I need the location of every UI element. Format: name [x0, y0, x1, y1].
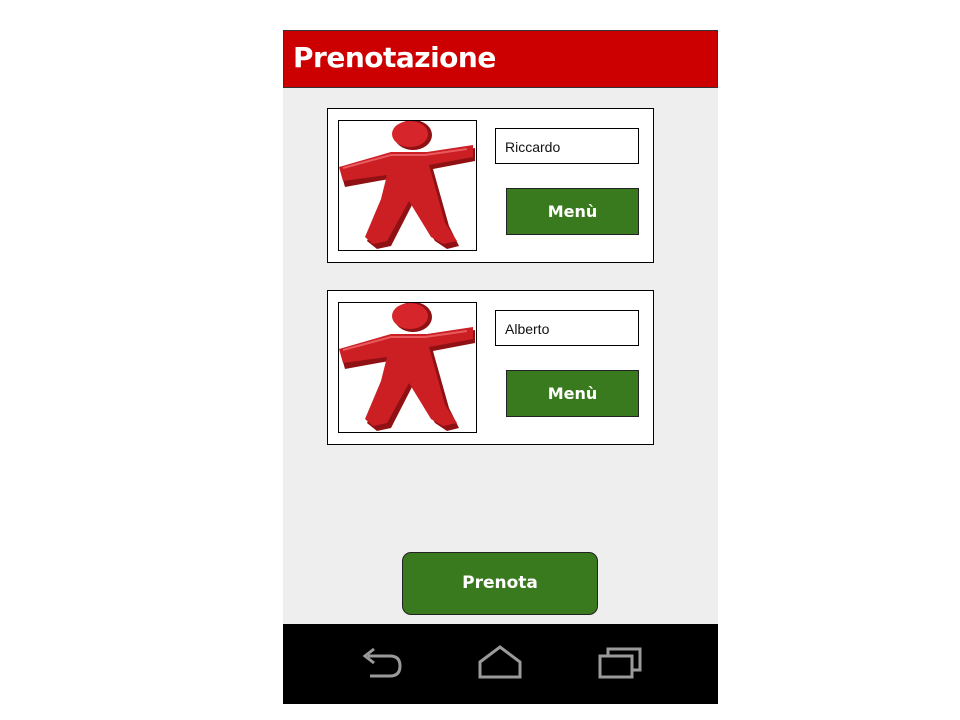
red-person-icon — [339, 121, 475, 249]
home-icon — [478, 645, 522, 679]
phone-screen: Prenotazione Riccardo Menù Alberto Menù … — [283, 30, 718, 704]
avatar — [338, 120, 477, 251]
android-navbar — [283, 624, 718, 704]
app-header: Prenotazione — [283, 30, 718, 88]
recents-icon — [598, 647, 642, 679]
home-button[interactable] — [475, 642, 525, 682]
page-title: Prenotazione — [293, 41, 496, 74]
back-button[interactable] — [356, 642, 406, 682]
red-person-icon — [339, 303, 475, 431]
name-field[interactable]: Alberto — [495, 310, 639, 346]
menu-button[interactable]: Menù — [506, 188, 639, 235]
menu-button[interactable]: Menù — [506, 370, 639, 417]
prenota-button[interactable]: Prenota — [402, 552, 598, 615]
back-icon — [362, 647, 402, 678]
recents-button[interactable] — [596, 642, 646, 682]
reservation-card: Riccardo Menù — [327, 108, 654, 263]
reservation-card: Alberto Menù — [327, 290, 654, 445]
name-field[interactable]: Riccardo — [495, 128, 639, 164]
avatar — [338, 302, 477, 433]
